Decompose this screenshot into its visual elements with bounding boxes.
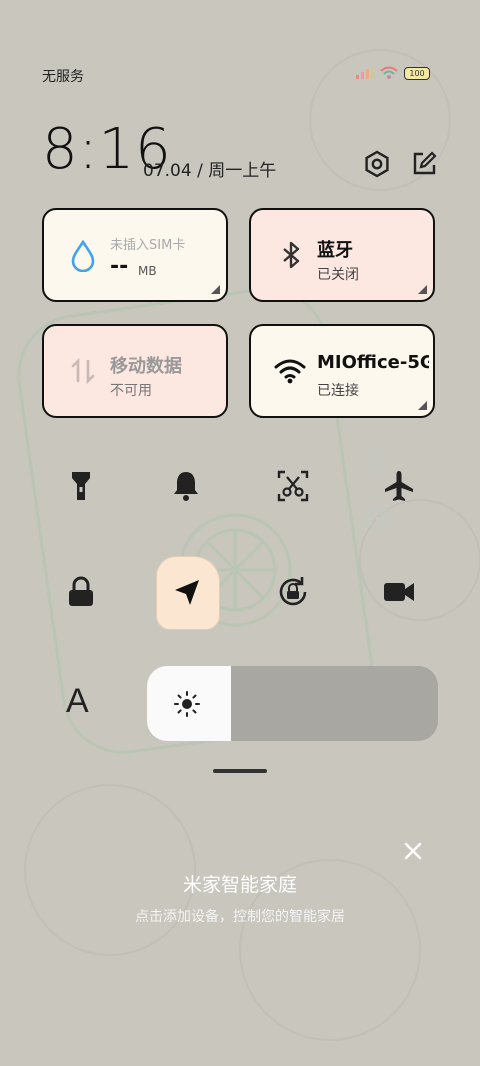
- tile-wifi[interactable]: MIOffice-5G 已连接: [249, 324, 435, 418]
- expand-corner-icon: [211, 285, 220, 294]
- video-icon[interactable]: [381, 574, 417, 610]
- wifi-status-icon: [380, 66, 398, 79]
- flashlight-icon[interactable]: [63, 468, 99, 504]
- location-icon[interactable]: [169, 575, 205, 611]
- signal-icon: [356, 67, 374, 79]
- bluetooth-icon: [283, 241, 300, 269]
- status-icons: 100: [356, 66, 430, 80]
- expand-corner-icon: [418, 401, 427, 410]
- screenshot-icon[interactable]: [275, 468, 311, 504]
- lock-icon[interactable]: [63, 574, 99, 610]
- expand-corner-icon: [418, 285, 427, 294]
- water-drop-icon: [71, 239, 95, 272]
- bell-icon[interactable]: [168, 468, 204, 504]
- drag-handle[interactable]: [213, 769, 267, 773]
- airplane-icon[interactable]: [381, 468, 417, 504]
- data-unit: MB: [138, 264, 157, 278]
- tile-title: 移动数据: [110, 356, 182, 377]
- font-size-button[interactable]: A: [66, 682, 89, 721]
- tile-subtitle: 不可用: [110, 383, 152, 399]
- carrier-status: 无服务: [42, 69, 84, 85]
- svg-text:味: 味: [362, 503, 392, 538]
- tile-title: MIOffice-5G: [317, 352, 429, 373]
- sim-status: 未插入SIM卡: [110, 238, 186, 253]
- tile-subtitle: 已连接: [317, 383, 359, 399]
- rotation-lock-icon[interactable]: [275, 574, 311, 610]
- tile-subtitle: 已关闭: [317, 267, 359, 283]
- tile-data-usage[interactable]: 未插入SIM卡 -- MB: [42, 208, 228, 302]
- tile-mobile-data[interactable]: 移动数据 不可用: [42, 324, 228, 418]
- card-subtitle: 点击添加设备，控制您的智能家居: [135, 909, 345, 925]
- settings-icon[interactable]: [363, 150, 391, 178]
- battery-indicator: 100: [404, 66, 430, 80]
- close-icon[interactable]: [402, 840, 424, 862]
- mobile-data-icon: [71, 357, 95, 385]
- tile-title: 蓝牙: [317, 240, 353, 261]
- edit-icon[interactable]: [410, 150, 438, 178]
- date-label: 07.04 / 周一上午: [143, 161, 277, 181]
- data-value: --: [110, 254, 129, 279]
- card-title: 米家智能家庭: [182, 874, 297, 896]
- brightness-slider[interactable]: [147, 666, 438, 741]
- sun-icon: [174, 691, 200, 717]
- wifi-icon: [274, 359, 306, 384]
- tile-bluetooth[interactable]: 蓝牙 已关闭: [249, 208, 435, 302]
